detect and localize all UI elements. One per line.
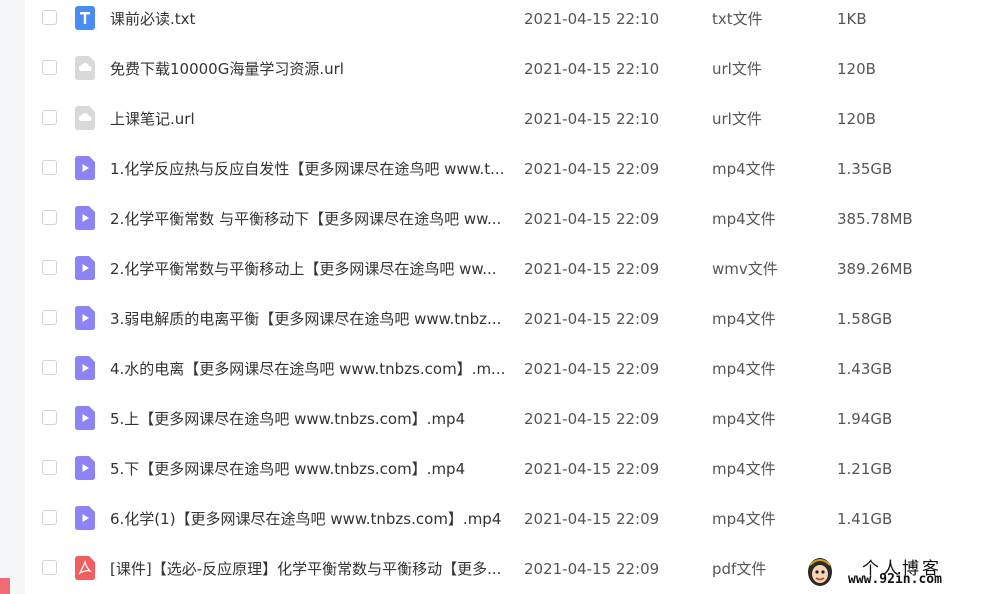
file-name[interactable]: 5.下【更多网课尽在途鸟吧 www.tnbzs.com】.mp4 — [110, 459, 510, 479]
file-size: 1.94GB — [837, 410, 893, 428]
file-list-page: 课前必读.txt 2021-04-15 22:10 txt文件 1KB 免费下载1000… — [0, 0, 994, 594]
file-size: 1.21GB — [837, 460, 893, 478]
row-checkbox[interactable] — [42, 210, 57, 225]
file-modified-date: 2021-04-15 22:10 — [524, 10, 660, 28]
file-name[interactable]: 课前必读.txt — [110, 9, 510, 29]
file-size: 385.78MB — [837, 210, 913, 228]
file-modified-date: 2021-04-15 22:09 — [524, 360, 660, 378]
file-row[interactable]: 1.化学反应热与反应自发性【更多网课尽在途鸟吧 www.t... 2021-04-… — [25, 150, 994, 200]
mascot-icon — [808, 558, 832, 586]
file-type: pdf文件 — [712, 560, 767, 578]
file-type: txt文件 — [712, 10, 763, 28]
file-size: 1.43GB — [837, 360, 893, 378]
row-checkbox[interactable] — [42, 410, 57, 425]
file-type: wmv文件 — [712, 260, 778, 278]
file-size: 1.58GB — [837, 310, 893, 328]
blog-watermark: 个人博客 www.92in.com — [800, 553, 992, 591]
file-modified-date: 2021-04-15 22:09 — [524, 460, 660, 478]
file-list: 课前必读.txt 2021-04-15 22:10 txt文件 1KB 免费下载1000… — [25, 0, 994, 594]
file-row[interactable]: 2.化学平衡常数 与平衡移动下【更多网课尽在途鸟吧 ww... 2021-04-1… — [25, 200, 994, 250]
file-row[interactable]: 5.下【更多网课尽在途鸟吧 www.tnbzs.com】.mp4 2021-04-… — [25, 450, 994, 500]
file-size: 120B — [837, 60, 876, 78]
pdf-file-icon — [75, 556, 95, 580]
video-file-icon — [75, 406, 95, 430]
video-file-icon — [75, 456, 95, 480]
file-name[interactable]: 上课笔记.url — [110, 109, 510, 129]
row-checkbox[interactable] — [42, 510, 57, 525]
file-type: url文件 — [712, 110, 762, 128]
row-checkbox[interactable] — [42, 160, 57, 175]
row-checkbox[interactable] — [42, 260, 57, 275]
file-name[interactable]: 3.弱电解质的电离平衡【更多网课尽在途鸟吧 www.tnbz... — [110, 309, 510, 329]
left-sidebar-strip — [0, 0, 25, 594]
file-modified-date: 2021-04-15 22:09 — [524, 210, 660, 228]
file-type: url文件 — [712, 60, 762, 78]
file-name[interactable]: 免费下载10000G海量学习资源.url — [110, 59, 510, 79]
file-row[interactable]: 5.上【更多网课尽在途鸟吧 www.tnbzs.com】.mp4 2021-04-… — [25, 400, 994, 450]
url-file-icon — [75, 56, 95, 80]
file-modified-date: 2021-04-15 22:09 — [524, 260, 660, 278]
row-checkbox[interactable] — [42, 360, 57, 375]
video-file-icon — [75, 156, 95, 180]
file-size: 120B — [837, 110, 876, 128]
row-checkbox[interactable] — [42, 60, 57, 75]
file-modified-date: 2021-04-15 22:09 — [524, 560, 660, 578]
file-row[interactable]: 课前必读.txt 2021-04-15 22:10 txt文件 1KB — [25, 0, 994, 50]
row-checkbox[interactable] — [42, 310, 57, 325]
file-name[interactable]: 5.上【更多网课尽在途鸟吧 www.tnbzs.com】.mp4 — [110, 409, 510, 429]
file-name[interactable]: 6.化学(1)【更多网课尽在途鸟吧 www.tnbzs.com】.mp4 — [110, 509, 510, 529]
file-type: mp4文件 — [712, 310, 776, 328]
file-type: mp4文件 — [712, 460, 776, 478]
file-type: mp4文件 — [712, 410, 776, 428]
file-row[interactable]: 4.水的电离【更多网课尽在途鸟吧 www.tnbzs.com】.m... 2021… — [25, 350, 994, 400]
file-size: 1.41GB — [837, 510, 893, 528]
file-type: mp4文件 — [712, 160, 776, 178]
row-checkbox[interactable] — [42, 110, 57, 125]
file-name[interactable]: 4.水的电离【更多网课尽在途鸟吧 www.tnbzs.com】.m... — [110, 359, 510, 379]
file-row[interactable]: 免费下载10000G海量学习资源.url 2021-04-15 22:10 url文… — [25, 50, 994, 100]
row-checkbox[interactable] — [42, 460, 57, 475]
sidebar-accent-marker — [0, 578, 10, 594]
row-checkbox[interactable] — [42, 560, 57, 575]
file-name[interactable]: 2.化学平衡常数与平衡移动上【更多网课尽在途鸟吧 ww... — [110, 259, 510, 279]
file-name[interactable]: [课件]【选必-反应原理】化学平衡常数与平衡移动【更多... — [110, 559, 510, 579]
file-row[interactable]: 2.化学平衡常数与平衡移动上【更多网课尽在途鸟吧 ww... 2021-04-15… — [25, 250, 994, 300]
watermark-url: www.92in.com — [848, 572, 942, 587]
file-type: mp4文件 — [712, 360, 776, 378]
file-size: 1.35GB — [837, 160, 893, 178]
file-size: 1KB — [837, 10, 867, 28]
txt-file-icon — [75, 6, 95, 30]
file-row[interactable]: 上课笔记.url 2021-04-15 22:10 url文件 120B — [25, 100, 994, 150]
file-modified-date: 2021-04-15 22:09 — [524, 160, 660, 178]
video-file-icon — [75, 356, 95, 380]
file-name[interactable]: 1.化学反应热与反应自发性【更多网课尽在途鸟吧 www.t... — [110, 159, 510, 179]
file-modified-date: 2021-04-15 22:09 — [524, 310, 660, 328]
file-size: 389.26MB — [837, 260, 913, 278]
video-file-icon — [75, 256, 95, 280]
video-file-icon — [75, 306, 95, 330]
file-type: mp4文件 — [712, 210, 776, 228]
file-modified-date: 2021-04-15 22:10 — [524, 110, 660, 128]
video-file-icon — [75, 206, 95, 230]
video-file-icon — [75, 506, 95, 530]
file-row[interactable]: 3.弱电解质的电离平衡【更多网课尽在途鸟吧 www.tnbz... 2021-04… — [25, 300, 994, 350]
url-file-icon — [75, 106, 95, 130]
file-type: mp4文件 — [712, 510, 776, 528]
file-modified-date: 2021-04-15 22:09 — [524, 410, 660, 428]
file-modified-date: 2021-04-15 22:10 — [524, 60, 660, 78]
file-row[interactable]: 6.化学(1)【更多网课尽在途鸟吧 www.tnbzs.com】.mp4 2021… — [25, 500, 994, 550]
file-modified-date: 2021-04-15 22:09 — [524, 510, 660, 528]
file-name[interactable]: 2.化学平衡常数 与平衡移动下【更多网课尽在途鸟吧 ww... — [110, 209, 510, 229]
row-checkbox[interactable] — [42, 10, 57, 25]
